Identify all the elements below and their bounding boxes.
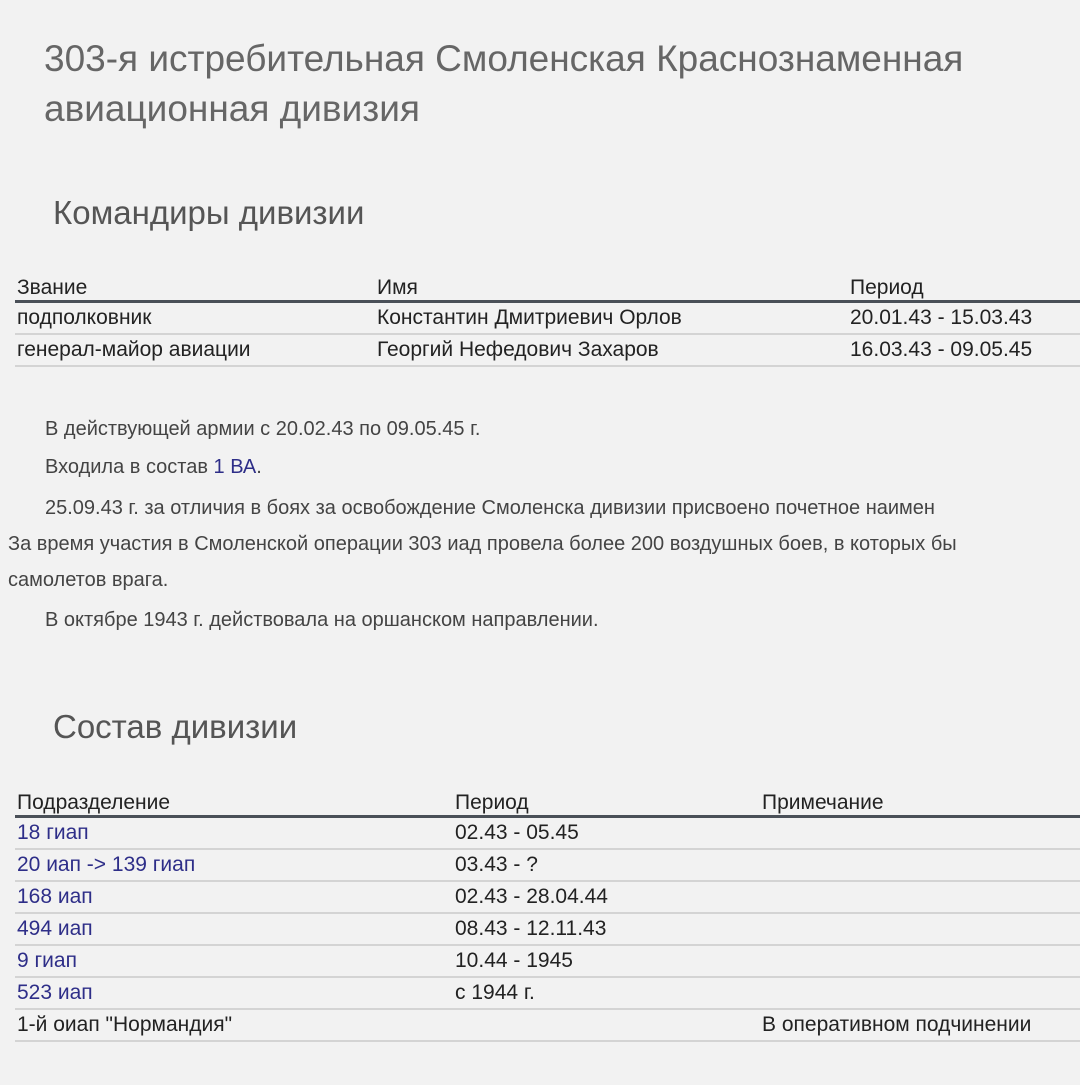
paragraph: Входила в состав 1 ВА. <box>45 456 262 478</box>
period: 20.01.43 - 15.03.43 <box>848 301 1080 335</box>
rank: генерал-майор авиации <box>15 334 375 367</box>
column-header: Подразделение <box>15 785 453 818</box>
paragraph: самолетов врага. <box>8 569 169 591</box>
unit-link[interactable]: 494 иап <box>17 917 93 940</box>
commanders-heading: Командиры дивизии <box>53 194 365 231</box>
paragraph: 25.09.43 г. за отличия в боях за освобож… <box>45 497 935 519</box>
unit-link[interactable]: 18 гиап <box>17 821 89 844</box>
table-row: 168 иап 02.43 - 28.04.44 <box>15 881 1080 914</box>
note <box>760 977 1080 1010</box>
paragraph: За время участия в Смоленской операции 3… <box>8 533 957 555</box>
column-header: Период <box>453 785 760 818</box>
period: 03.43 - ? <box>453 849 760 882</box>
table-row: 20 иап -> 139 гиап 03.43 - ? <box>15 849 1080 882</box>
paragraph: В действующей армии с 20.02.43 по 09.05.… <box>45 418 481 440</box>
period: 02.43 - 05.45 <box>453 816 760 850</box>
note: В оперативном подчинении <box>760 1009 1080 1042</box>
unit: 523 иап <box>15 977 453 1010</box>
period: 08.43 - 12.11.43 <box>453 913 760 946</box>
unit: 20 иап -> 139 гиап <box>15 849 453 882</box>
note <box>760 945 1080 978</box>
name: Константин Дмитриевич Орлов <box>375 301 848 335</box>
table-row: генерал-майор авиации Георгий Нефедович … <box>15 334 1080 367</box>
unit-link[interactable]: 523 иап <box>17 981 93 1004</box>
unit: 18 гиап <box>15 816 453 850</box>
table-row: 523 иап с 1944 г. <box>15 977 1080 1010</box>
table-header: Звание Имя Период <box>15 270 1080 303</box>
table-row: 1-й оиап "Нормандия" В оперативном подчин… <box>15 1009 1080 1042</box>
column-header: Звание <box>15 270 375 303</box>
note <box>760 849 1080 882</box>
note <box>760 816 1080 850</box>
unit-link[interactable]: 20 иап -> 139 гиап <box>17 853 195 876</box>
unit: 1-й оиап "Нормандия" <box>15 1009 453 1042</box>
column-header: Период <box>848 270 1080 303</box>
period: 16.03.43 - 09.05.45 <box>848 334 1080 367</box>
paragraph: В октябре 1943 г. действовала на оршанск… <box>45 609 599 631</box>
unit: 168 иап <box>15 881 453 914</box>
units-heading: Состав дивизии <box>53 708 298 745</box>
period: 02.43 - 28.04.44 <box>453 881 760 914</box>
units-table: Подразделение Период Примечание 18 гиап 0… <box>15 785 1080 1042</box>
unit: 9 гиап <box>15 945 453 978</box>
period: 10.44 - 1945 <box>453 945 760 978</box>
unit-link[interactable]: 168 иап <box>17 885 93 908</box>
period <box>453 1009 760 1042</box>
column-header: Примечание <box>760 785 1080 818</box>
note <box>760 881 1080 914</box>
period: с 1944 г. <box>453 977 760 1010</box>
unit-link[interactable]: 9 гиап <box>17 949 77 972</box>
table-row: 494 иап 08.43 - 12.11.43 <box>15 913 1080 946</box>
note <box>760 913 1080 946</box>
rank: подполковник <box>15 301 375 335</box>
table-row: 18 гиап 02.43 - 05.45 <box>15 816 1080 850</box>
unit: 494 иап <box>15 913 453 946</box>
link-1va[interactable]: 1 ВА <box>214 456 257 478</box>
column-header: Имя <box>375 270 848 303</box>
page-title: 303-я истребительная Смоленская Краснозн… <box>44 38 964 129</box>
table-row: 9 гиап 10.44 - 1945 <box>15 945 1080 978</box>
table-row: подполковник Константин Дмитриевич Орлов… <box>15 301 1080 335</box>
table-header: Подразделение Период Примечание <box>15 785 1080 818</box>
name: Георгий Нефедович Захаров <box>375 334 848 367</box>
commanders-table: Звание Имя Период подполковник Константи… <box>15 270 1080 367</box>
